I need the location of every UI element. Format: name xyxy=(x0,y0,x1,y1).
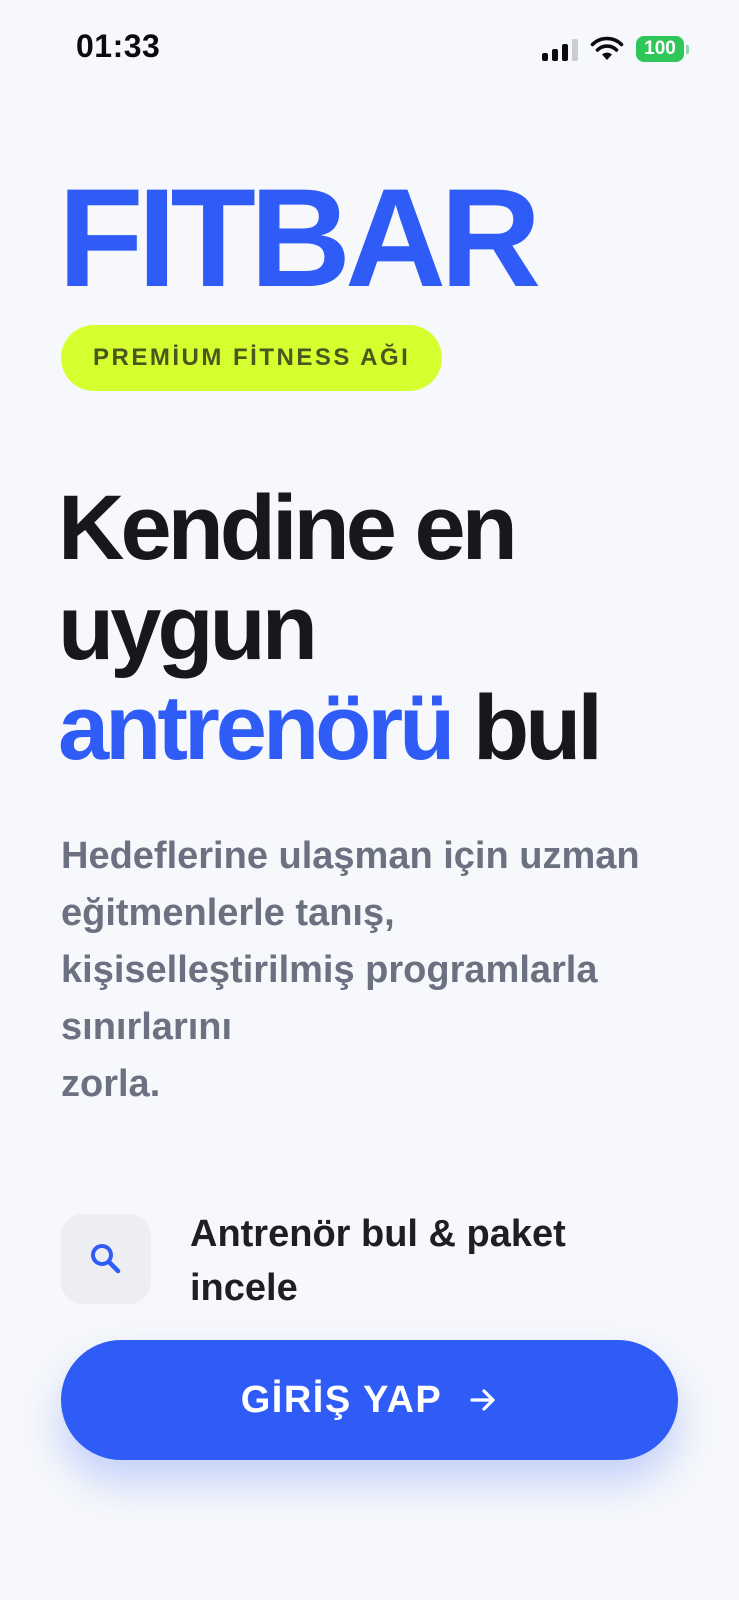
feature-text-line-1: Antrenör bul & paket xyxy=(190,1213,566,1255)
battery-level: 100 xyxy=(636,36,684,62)
wifi-icon xyxy=(590,36,624,60)
feature-text: Antrenör bul & paket incele xyxy=(190,1207,660,1315)
signal-icon xyxy=(542,37,578,61)
description: Hedeflerine ulaşman için uzman eğitmenle… xyxy=(61,828,701,1113)
search-icon xyxy=(91,1244,121,1274)
headline: Kendine en uygun antrenörü bul xyxy=(58,478,698,778)
feature-text-line-2: incele xyxy=(190,1267,298,1309)
brand-logo-title: FITBAR xyxy=(58,159,541,316)
status-icons: 100 xyxy=(542,36,689,62)
description-line-5: zorla. xyxy=(61,1063,161,1105)
description-line-4: sınırlarını xyxy=(61,1006,233,1048)
brand-tagline-badge: PREMİUM FİTNESS AĞI xyxy=(61,325,443,391)
login-button[interactable]: GİRİŞ YAP xyxy=(61,1340,678,1460)
login-button-label: GİRİŞ YAP xyxy=(240,1378,443,1421)
headline-accent: antrenörü xyxy=(58,677,455,779)
feature-icon-box xyxy=(61,1214,151,1304)
description-line-3: kişiselleştirilmiş programlarla xyxy=(61,949,598,991)
headline-line-1: Kendine en xyxy=(58,477,518,579)
battery-icon: 100 xyxy=(636,36,689,62)
headline-line-2: uygun xyxy=(58,577,318,679)
status-time: 01:33 xyxy=(76,28,161,64)
headline-end: bul xyxy=(472,677,603,779)
description-line-2: eğitmenlerle tanış, xyxy=(61,892,395,934)
arrow-right-icon xyxy=(470,1389,495,1411)
description-line-1: Hedeflerine ulaşman için uzman xyxy=(61,835,640,877)
